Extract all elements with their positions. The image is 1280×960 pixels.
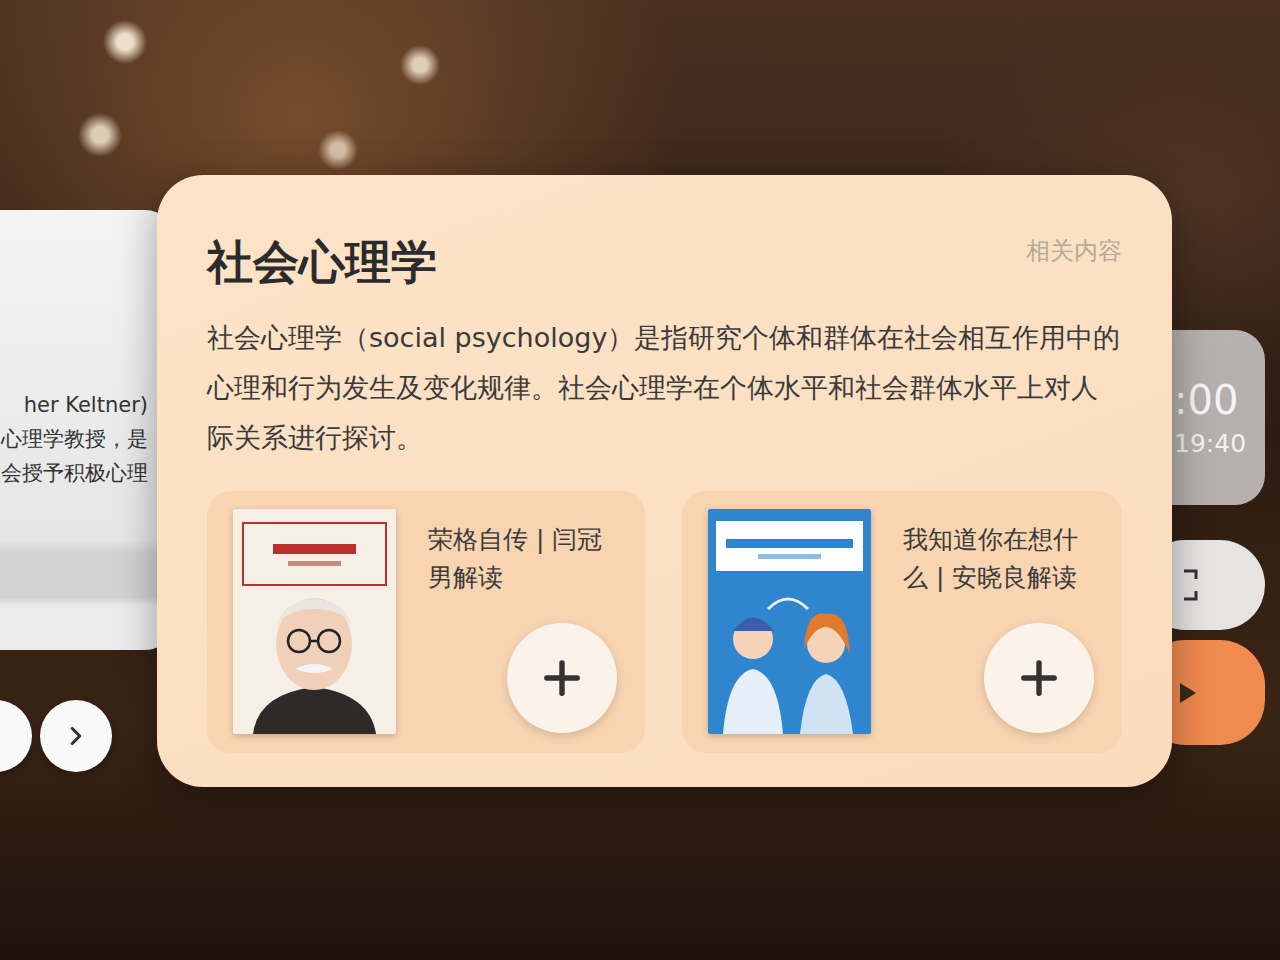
time: :00 (1174, 377, 1265, 423)
left-panel-text: 心理学教授，是 (1, 424, 148, 454)
left-panel-text: 会授予积极心理 (1, 458, 148, 488)
book-list: 荣格自传 | 闫冠男解读我知道你在想什么 | 安晓良解读 (207, 491, 1122, 753)
card-description: 社会心理学（social psychology）是指研究个体和群体在社会相互作用… (207, 313, 1122, 463)
book-card[interactable]: 荣格自传 | 闫冠男解读 (207, 491, 645, 753)
plus-icon (1013, 652, 1065, 704)
chevron-right-icon (61, 721, 91, 751)
next-button[interactable] (40, 700, 112, 772)
left-panel: her Keltner) 心理学教授，是会授予积极心理 (0, 210, 175, 650)
related-link[interactable]: 相关内容 (1026, 225, 1122, 267)
add-button[interactable] (984, 623, 1094, 733)
vr-scene: her Keltner) 心理学教授，是会授予积极心理 :00 19:40 社会心理学 相… (0, 0, 1280, 960)
book-cover (708, 509, 871, 734)
card-header: 社会心理学 相关内容 (207, 225, 1122, 299)
portrait-cover-icon (233, 509, 396, 734)
book-cover (233, 509, 396, 734)
fullscreen-icon (1178, 568, 1202, 602)
info-card: 社会心理学 相关内容社会心理学（social psychology）是指研究个体和… (157, 175, 1172, 787)
card-title: 社会心理学 (207, 225, 437, 299)
left-panel-text: her Keltner) (24, 390, 148, 420)
sub-time: 19:40 (1174, 429, 1265, 458)
prev-button[interactable] (0, 700, 32, 772)
add-button[interactable] (507, 623, 617, 733)
book-card[interactable]: 我知道你在想什么 | 安晓良解读 (682, 491, 1122, 753)
plus-icon (536, 652, 588, 704)
play-icon (1178, 681, 1198, 705)
couple-cover-icon (708, 509, 871, 734)
